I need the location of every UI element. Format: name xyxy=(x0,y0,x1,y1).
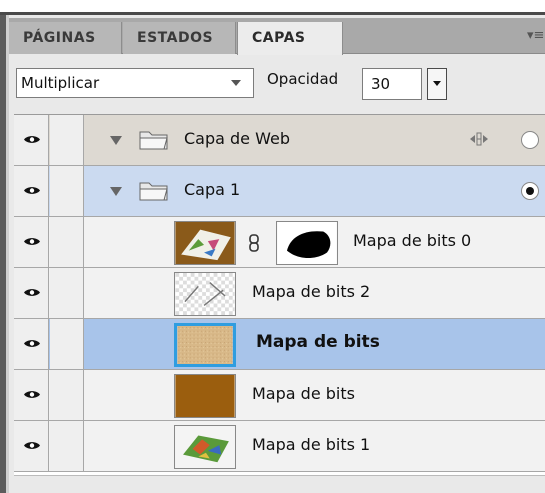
visibility-cell[interactable] xyxy=(14,370,49,420)
layer-row-mapa-de-bits-2[interactable]: Mapa de bits 2 xyxy=(14,268,545,319)
blend-mode-value: Multiplicar xyxy=(21,74,100,92)
layer-row-mapa-de-bits[interactable]: Mapa de bits xyxy=(14,370,545,421)
layer-row-mapa-de-bits-selected[interactable]: Mapa de bits xyxy=(14,319,545,370)
layer-row-mapa-de-bits-0[interactable]: Mapa de bits 0 xyxy=(14,217,545,268)
layer-name: Capa de Web xyxy=(184,129,290,148)
panel-left-edge xyxy=(0,15,9,493)
lock-cell[interactable] xyxy=(50,370,84,420)
visibility-cell[interactable] xyxy=(14,268,49,318)
layer-row-mapa-de-bits-1[interactable]: Mapa de bits 1 xyxy=(14,421,545,472)
layer-name: Mapa de bits xyxy=(252,384,355,403)
eye-icon[interactable] xyxy=(23,236,41,247)
layer-name: Mapa de bits 0 xyxy=(353,231,472,250)
layer-thumbnail[interactable] xyxy=(174,221,236,265)
layer-row-capa-de-web[interactable]: Capa de Web xyxy=(14,115,545,166)
layer-thumbnail[interactable] xyxy=(174,323,236,367)
lock-cell[interactable] xyxy=(50,319,84,369)
panel-top-border xyxy=(0,0,545,15)
visibility-cell[interactable] xyxy=(14,421,49,471)
lock-cell[interactable] xyxy=(50,217,84,267)
web-layer-move-icon xyxy=(470,132,488,146)
layer-target-toggle[interactable] xyxy=(521,182,539,200)
panel-menu-icon[interactable]: ▾≡ xyxy=(527,28,544,44)
visibility-cell[interactable] xyxy=(14,166,49,216)
layer-name: Mapa de bits xyxy=(256,332,380,352)
lock-cell[interactable] xyxy=(50,115,84,165)
eye-icon[interactable] xyxy=(23,134,41,145)
lock-cell[interactable] xyxy=(50,268,84,318)
tab-capas[interactable]: CAPAS xyxy=(237,22,343,55)
visibility-cell[interactable] xyxy=(14,115,49,165)
opacity-input[interactable]: 30 xyxy=(362,68,422,100)
disclosure-triangle-icon[interactable] xyxy=(110,136,122,145)
tab-paginas[interactable]: PÁGINAS xyxy=(9,22,122,54)
layer-thumbnail[interactable] xyxy=(174,374,236,418)
lock-cell[interactable] xyxy=(50,166,84,216)
tab-bar: PÁGINAS ESTADOS CAPAS ▾≡ xyxy=(9,18,545,55)
layer-thumbnail[interactable] xyxy=(174,425,236,469)
layer-name: Capa 1 xyxy=(184,180,241,199)
mask-thumbnail[interactable] xyxy=(276,221,338,265)
eye-icon[interactable] xyxy=(23,338,41,349)
mask-link-icon[interactable] xyxy=(248,234,260,252)
visibility-cell[interactable] xyxy=(14,217,49,267)
blend-mode-select[interactable]: Multiplicar xyxy=(16,68,254,98)
layer-row-capa-1[interactable]: Capa 1 xyxy=(14,166,545,217)
layer-target-toggle[interactable] xyxy=(521,131,539,149)
layer-thumbnail[interactable] xyxy=(174,272,236,316)
tab-estados[interactable]: ESTADOS xyxy=(123,22,236,54)
eye-icon[interactable] xyxy=(23,389,41,400)
visibility-cell[interactable] xyxy=(14,319,49,369)
disclosure-triangle-icon[interactable] xyxy=(110,187,122,196)
layer-name: Mapa de bits 2 xyxy=(252,282,371,301)
layers-list: Capa de Web Capa 1 Mapa de bits 0 Mapa d… xyxy=(14,114,545,475)
folder-icon xyxy=(139,182,168,201)
eye-icon[interactable] xyxy=(23,440,41,451)
opacity-slider-button[interactable] xyxy=(427,68,447,100)
panel-bottom-strip xyxy=(14,475,545,493)
chevron-down-icon xyxy=(231,80,241,86)
eye-icon[interactable] xyxy=(23,287,41,298)
layer-name: Mapa de bits 1 xyxy=(252,435,371,454)
layers-panel: PÁGINAS ESTADOS CAPAS ▾≡ Multiplicar Opa… xyxy=(0,0,545,493)
folder-icon xyxy=(139,131,168,150)
opacity-label: Opacidad xyxy=(267,70,339,88)
eye-icon[interactable] xyxy=(23,185,41,196)
lock-cell[interactable] xyxy=(50,421,84,471)
